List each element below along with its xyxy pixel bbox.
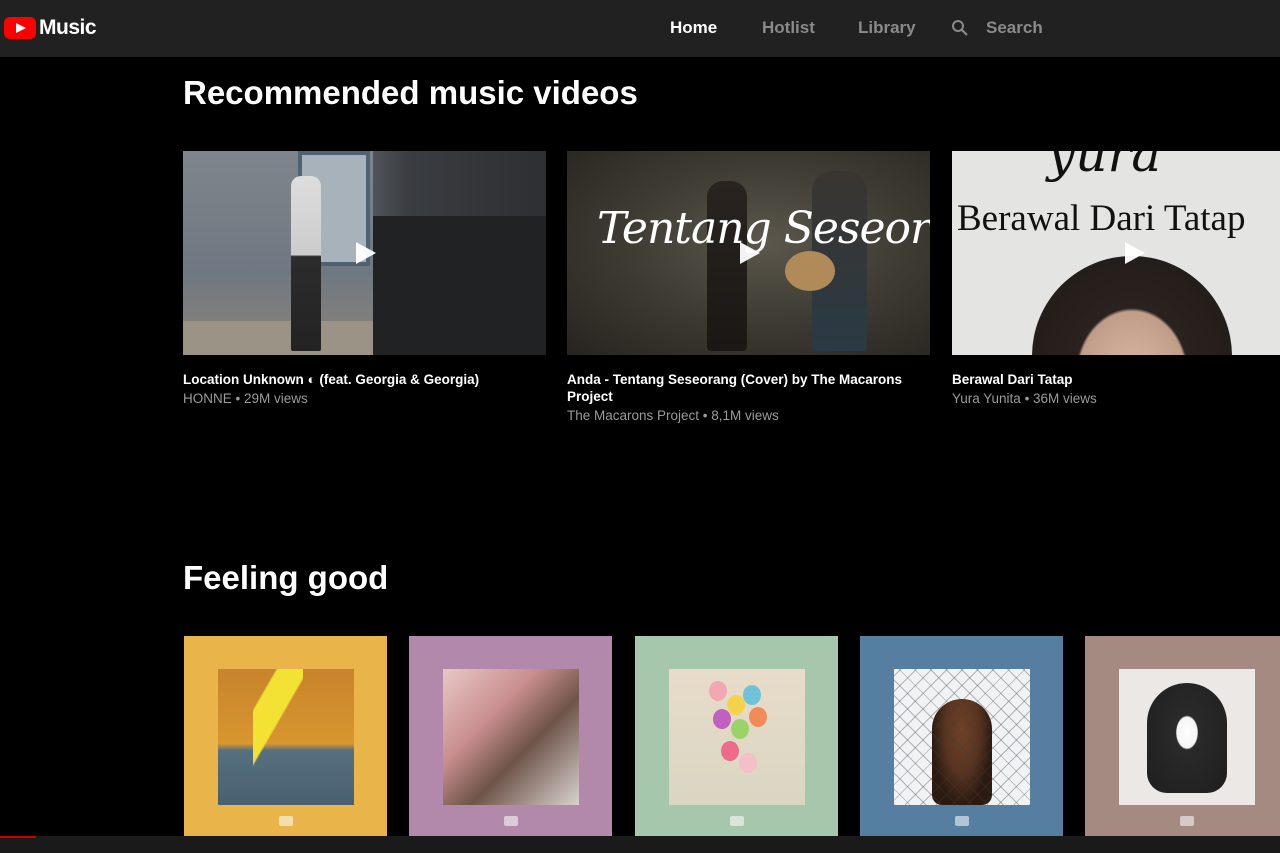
app-name: Music — [39, 16, 97, 39]
nav-hotlist[interactable]: Hotlist — [762, 18, 815, 38]
youtube-logo-icon — [4, 17, 36, 39]
playlist-card[interactable] — [860, 636, 1063, 836]
player-bar — [0, 836, 1280, 853]
play-icon[interactable] — [1125, 242, 1145, 264]
search-icon[interactable] — [951, 19, 969, 37]
video-thumbnail[interactable]: Tentang Seseorang — [567, 151, 930, 355]
video-meta: HONNE • 29M views — [183, 391, 308, 406]
youtube-music-logo[interactable]: Music — [4, 16, 97, 40]
playlist-cover-image — [669, 669, 805, 805]
video-card[interactable]: Tentang Seseorang Anda - Tentang Seseora… — [567, 151, 930, 424]
playlist-card[interactable] — [635, 636, 838, 836]
thumbnail-overlay-text: yura — [1047, 151, 1162, 183]
video-title[interactable]: Anda - Tentang Seseorang (Cover) by The … — [567, 371, 930, 405]
youtube-badge-icon — [279, 816, 293, 826]
video-meta: Yura Yunita • 36M views — [952, 391, 1097, 406]
video-card[interactable]: yura Berawal Dari Tatap Berawal Dari Tat… — [952, 151, 1280, 407]
youtube-badge-icon — [955, 816, 969, 826]
playlist-card[interactable] — [184, 636, 387, 836]
video-thumbnail[interactable] — [183, 151, 546, 355]
video-card[interactable]: Location Unknown ◐ (feat. Georgia & Geor… — [183, 151, 546, 407]
section-title-feeling-good: Feeling good — [183, 559, 389, 596]
video-title[interactable]: Berawal Dari Tatap — [952, 371, 1280, 388]
youtube-badge-icon — [730, 816, 744, 826]
top-bar: Music Home Hotlist Library Search — [0, 0, 1280, 57]
thumbnail-overlay-text: Berawal Dari Tatap — [957, 198, 1246, 239]
playlist-card[interactable] — [409, 636, 612, 836]
playlist-cover-image — [218, 669, 354, 805]
search-input[interactable]: Search — [986, 18, 1043, 38]
nav-home[interactable]: Home — [670, 18, 717, 38]
thumbnail-overlay-text: Tentang Seseorang — [597, 203, 930, 254]
play-icon[interactable] — [355, 242, 376, 264]
nav-library[interactable]: Library — [858, 18, 916, 38]
progress-indicator — [0, 836, 36, 838]
playlist-cover-image — [894, 669, 1030, 805]
video-thumbnail[interactable]: yura Berawal Dari Tatap — [952, 151, 1280, 355]
youtube-badge-icon — [504, 816, 518, 826]
playlist-cover-image — [1119, 669, 1255, 805]
playlist-cover-image — [443, 669, 579, 805]
video-title[interactable]: Location Unknown ◐ (feat. Georgia & Geor… — [183, 371, 546, 388]
playlist-card[interactable] — [1085, 636, 1280, 836]
section-title-recommended: Recommended music videos — [183, 74, 638, 111]
video-meta: The Macarons Project • 8,1M views — [567, 408, 779, 423]
youtube-badge-icon — [1180, 816, 1194, 826]
play-icon[interactable] — [739, 242, 760, 264]
